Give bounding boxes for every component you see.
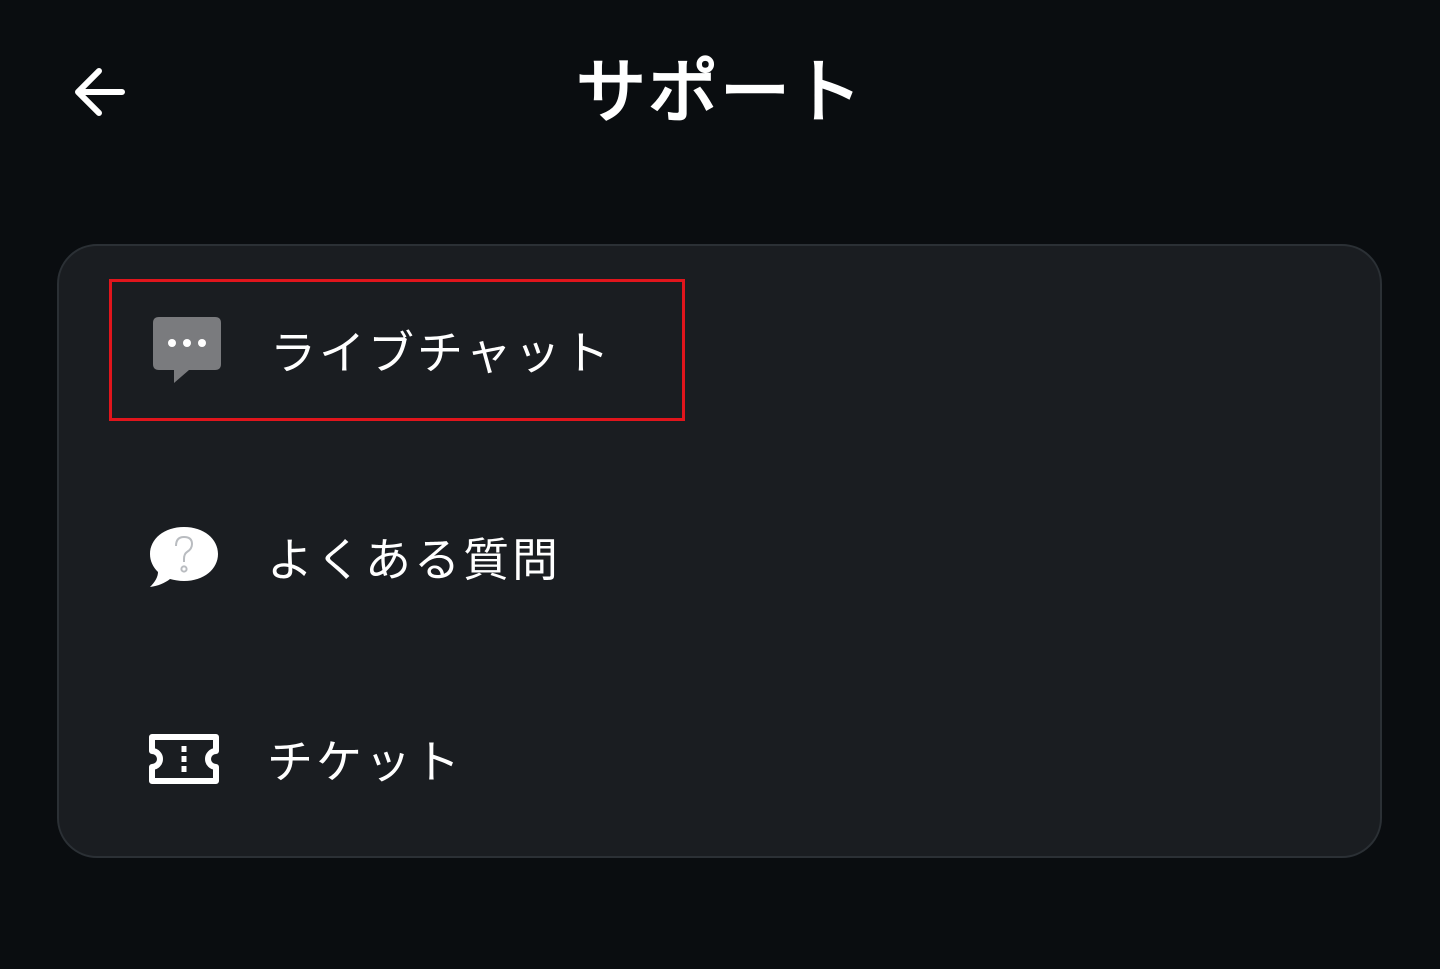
- chat-bubble-dots-icon: [150, 313, 224, 387]
- menu-item-faq[interactable]: よくある質問: [109, 486, 685, 628]
- question-speech-bubble-icon: [147, 520, 221, 594]
- header: サポート: [0, 0, 1440, 190]
- menu-item-label: ライブチャット: [270, 326, 613, 380]
- ticket-icon: [147, 722, 221, 796]
- support-menu-card: ライブチャット よくある質問 チケット: [57, 244, 1382, 858]
- menu-item-label: よくある質問: [267, 533, 561, 587]
- menu-item-label: チケット: [267, 735, 463, 789]
- menu-item-ticket[interactable]: チケット: [109, 688, 685, 830]
- page-title: サポート: [576, 51, 864, 133]
- menu-item-live-chat[interactable]: ライブチャット: [109, 279, 685, 421]
